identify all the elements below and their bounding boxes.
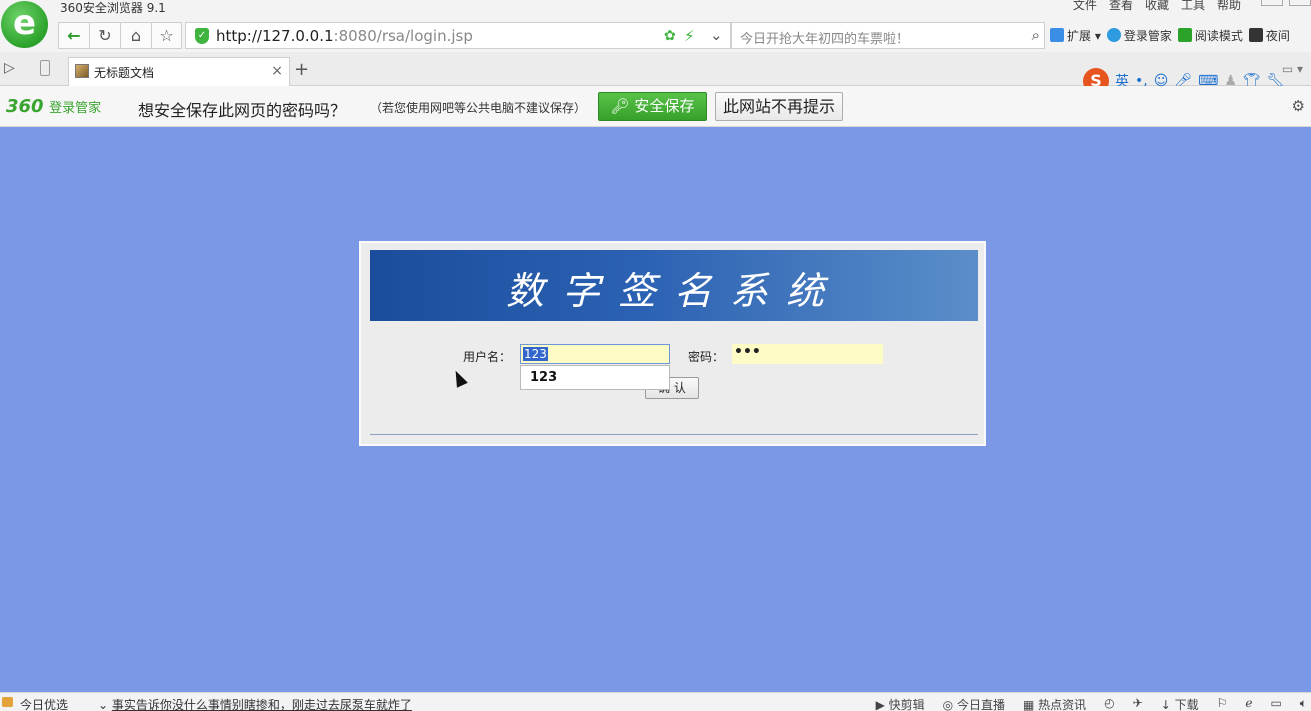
page-favicon-icon <box>75 64 89 78</box>
hot-news-label: 热点资讯 <box>1038 698 1087 711</box>
page-viewport: 数字签名系统 用户名： 123 密码： ••• 确 认 123 <box>0 127 1311 692</box>
ie-icon[interactable]: ℯ <box>1245 696 1252 711</box>
quick-edit-label: 快剪辑 <box>888 698 925 711</box>
url-path: :8080/rsa/login.jsp <box>333 27 473 45</box>
autocomplete-dropdown: 123 <box>520 365 670 390</box>
extensions-icon <box>1050 28 1064 42</box>
quick-edit-button[interactable]: ▶ 快剪辑 <box>876 696 925 711</box>
login-manager-button[interactable]: 登录管家 <box>1106 27 1172 44</box>
panel-divider <box>370 434 978 435</box>
menu-view[interactable]: 查看 <box>1109 0 1133 13</box>
login-manager-label: 登录管家 <box>1123 29 1172 43</box>
tab-list-icon[interactable]: ▭ ▾ <box>1282 62 1303 76</box>
window-controls <box>1261 0 1311 13</box>
download-button[interactable]: ↓ 下载 <box>1161 696 1199 711</box>
secure-save-label: 安全保存 <box>634 97 695 115</box>
password-label: 密码： <box>688 350 725 364</box>
menu-tools[interactable]: 工具 <box>1181 0 1205 13</box>
nav-buttons: ← ↻ ⌂ ☆ <box>58 22 182 49</box>
news-ticker[interactable]: ⌄ 事实告诉你没什么事情别瞎掺和，刚走过去尿泵车就炸了 <box>98 696 412 711</box>
extensions-label: 扩展 <box>1067 29 1092 43</box>
key-icon: 🔑︎ <box>610 97 630 115</box>
username-value: 123 <box>523 347 548 361</box>
top-menu: 文件 查看 收藏 工具 帮助 <box>1073 0 1311 13</box>
night-mode-icon <box>1248 28 1263 42</box>
speed-icon[interactable]: ◴ <box>1104 696 1114 711</box>
address-bar[interactable]: ✓ http://127.0.0.1:8080/rsa/login.jsp ✿ … <box>185 22 731 49</box>
url-host: http://127.0.0.1 <box>216 27 334 45</box>
secure-save-button[interactable]: 🔑︎ 安全保存 <box>598 92 707 121</box>
speed-mode-icon[interactable]: ⚡ <box>684 27 695 45</box>
reader-mode-button[interactable]: 阅读模式 <box>1177 27 1243 44</box>
brand-number: 360 <box>6 96 44 117</box>
volume-icon[interactable]: 🔈︎ <box>1300 696 1307 711</box>
gear-icon[interactable]: ⚙ <box>1292 97 1305 115</box>
search-icon[interactable]: ⌕ <box>1032 26 1040 44</box>
login-manager-icon <box>1106 28 1121 42</box>
reader-mode-label: 阅读模式 <box>1194 29 1243 43</box>
brand-text: 登录管家 <box>49 101 102 116</box>
home-button[interactable]: ⌂ <box>120 22 151 49</box>
pin-icon[interactable]: ✈ <box>1133 696 1143 711</box>
mobile-icon[interactable] <box>40 60 50 76</box>
night-mode-label: 夜间 <box>1265 29 1290 43</box>
download-label: 下载 <box>1174 698 1199 711</box>
minimize-button[interactable] <box>1261 0 1283 6</box>
password-save-bar: 360 登录管家 想安全保存此网页的密码吗？ （若您使用网吧等公共电脑不建议保存… <box>0 86 1311 127</box>
extensions-button[interactable]: 扩展 ▾ <box>1050 27 1101 44</box>
night-mode-button[interactable]: 夜间 <box>1248 27 1290 44</box>
tab-close-icon[interactable]: × <box>271 63 283 79</box>
window-icon[interactable]: ▭ <box>1270 696 1281 711</box>
sidebar-toggle-icon[interactable]: ▷ <box>4 60 15 76</box>
browser-toolbar: e 360安全浏览器 9.1 文件 查看 收藏 工具 帮助 ← ↻ ⌂ ☆ ✓ … <box>0 0 1311 52</box>
banner-title: 数字签名系统 <box>505 269 842 313</box>
hot-news-button[interactable]: ▦ 热点资讯 <box>1023 696 1086 711</box>
never-remind-button[interactable]: 此网站不再提示 <box>715 92 843 121</box>
address-dropdown-icon[interactable]: ⌄ <box>710 26 723 44</box>
save-password-tip: （若您使用网吧等公共电脑不建议保存） <box>370 101 587 115</box>
maximize-button[interactable] <box>1289 0 1311 6</box>
search-box[interactable]: 今日开抢大年初四的车票啦！ ⌕ <box>731 22 1045 49</box>
reader-mode-icon <box>1177 28 1192 42</box>
tab-active[interactable]: 无标题文档 × <box>68 57 290 86</box>
menu-help[interactable]: 帮助 <box>1217 0 1241 13</box>
password-input[interactable]: ••• <box>732 344 883 364</box>
compat-mode-icon[interactable]: ✿ <box>664 28 676 44</box>
status-bar: 今日优选 ⌄ 事实告诉你没什么事情别瞎掺和，刚走过去尿泵车就炸了 ▶ 快剪辑 ◎… <box>0 692 1311 711</box>
favorite-star-button[interactable]: ☆ <box>151 22 182 49</box>
live-button[interactable]: ◎ 今日直播 <box>943 696 1005 711</box>
autocomplete-option[interactable]: 123 <box>530 370 557 385</box>
system-banner: 数字签名系统 <box>370 250 978 321</box>
live-label: 今日直播 <box>956 698 1005 711</box>
browser-logo-icon[interactable]: e <box>1 1 48 48</box>
recommend-icon <box>2 697 13 707</box>
tab-title: 无标题文档 <box>94 66 155 80</box>
status-tools: ▶ 快剪辑 ◎ 今日直播 ▦ 热点资讯 ◴ ✈ ↓ 下载 ⚐ ℯ ▭ 🔈︎ <box>876 696 1307 711</box>
news-text: 事实告诉你没什么事情别瞎掺和，刚走过去尿泵车就炸了 <box>111 698 412 711</box>
today-picks-link[interactable]: 今日优选 <box>20 696 68 711</box>
url-text[interactable]: http://127.0.0.1:8080/rsa/login.jsp <box>216 27 473 45</box>
window-title: 360安全浏览器 9.1 <box>60 1 166 15</box>
login-panel: 数字签名系统 用户名： 123 密码： ••• 确 认 123 <box>359 241 986 446</box>
flag-icon[interactable]: ⚐ <box>1217 696 1228 711</box>
username-input[interactable]: 123 <box>520 344 670 364</box>
extension-row: 扩展 ▾ 登录管家 阅读模式 夜间 <box>1050 27 1290 44</box>
security-shield-icon: ✓ <box>195 28 209 44</box>
menu-favorites[interactable]: 收藏 <box>1145 0 1169 13</box>
login-manager-brand: 360 登录管家 <box>6 96 101 117</box>
menu-file[interactable]: 文件 <box>1073 0 1097 13</box>
back-button[interactable]: ← <box>58 22 89 49</box>
search-placeholder: 今日开抢大年初四的车票啦！ <box>740 32 910 47</box>
new-tab-button[interactable]: + <box>294 59 309 80</box>
save-password-question: 想安全保存此网页的密码吗？ <box>138 101 347 120</box>
refresh-button[interactable]: ↻ <box>89 22 120 49</box>
username-label: 用户名： <box>463 350 512 364</box>
